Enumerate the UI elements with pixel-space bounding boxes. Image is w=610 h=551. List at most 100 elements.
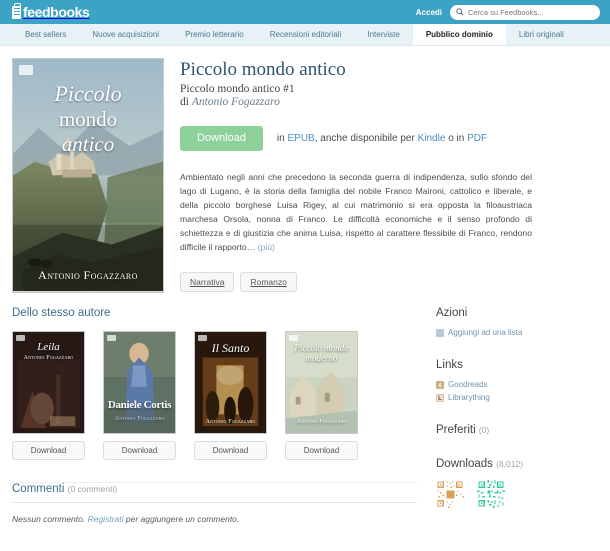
- same-author-section: Dello stesso autore Leila Antonio Fogazz…: [12, 307, 417, 530]
- sidebar-actions-heading: Azioni: [436, 307, 468, 319]
- goodreads-label: Goodreads: [448, 380, 488, 389]
- goodreads-icon: g: [436, 380, 444, 389]
- related-book-author: Antonio Fogazzaro: [205, 419, 256, 425]
- download-button[interactable]: Download: [12, 441, 85, 460]
- downloads-count: (8,012): [496, 459, 524, 469]
- download-button[interactable]: Download: [194, 441, 267, 460]
- site-logo[interactable]: feedbooks: [12, 3, 90, 20]
- related-book-title: Leila: [37, 341, 60, 353]
- page-title: Piccolo mondo antico: [180, 59, 346, 80]
- related-book-author: Antonio Fogazzaro: [296, 419, 347, 425]
- site-header: feedbooks Accedi: [0, 0, 610, 24]
- book-cover[interactable]: Piccolo mondo antico Antonio Fogazzaro: [12, 58, 164, 293]
- sidebar: Azioni Aggiungi ad una lista Links g Goo…: [433, 307, 598, 530]
- formats-or: o in: [448, 132, 465, 144]
- related-book-author: Antonio Fogazzaro: [114, 416, 165, 422]
- book-series: Piccolo mondo antico #1: [180, 82, 295, 95]
- book-cover-column: Piccolo mondo antico Antonio Fogazzaro: [12, 58, 164, 293]
- cover-author: Antonio Fogazzaro: [38, 268, 138, 282]
- comments-empty-suffix: per aggiungere un commento.: [123, 514, 240, 524]
- sidebar-downloads-block: Downloads (8,012): [436, 458, 598, 508]
- download-button[interactable]: Download: [285, 441, 358, 460]
- format-availability: in EPUB, anche disponibile per Kindle o …: [277, 133, 487, 144]
- related-book-title: Piccolo mondo moderno: [294, 343, 349, 363]
- download-row: Download in EPUB, anche disponibile per …: [180, 125, 598, 151]
- description-more-link[interactable]: (più): [258, 242, 275, 252]
- book-icon: [12, 3, 21, 19]
- nav-item-recensioni-editoriali[interactable]: Recensioni editoriali: [257, 24, 355, 45]
- header-right: Accedi: [416, 4, 600, 20]
- sidebar-links-block: Links g Goodreads L Librarything: [436, 359, 598, 402]
- comments-heading-text: Commenti: [12, 483, 65, 495]
- nav-item-pubblico-dominio[interactable]: Pubblico dominio: [412, 24, 506, 45]
- comments-empty-message: Nessun commento. Registrati per aggiunge…: [12, 514, 417, 524]
- sidebar-downloads-heading: Downloads (8,012): [436, 458, 598, 470]
- cover-feedbooks-badge: [107, 335, 116, 341]
- login-link[interactable]: Accedi: [416, 8, 442, 17]
- sidebar-links-heading: Links: [436, 359, 463, 371]
- list-item: Leila Antonio Fogazzaro Download: [12, 331, 85, 460]
- favorites-count: (0): [478, 425, 490, 435]
- list-item: Il Santo Antonio Fogazzaro Download: [194, 331, 267, 460]
- list-item: Daniele Cortis Antonio Fogazzaro Downloa…: [103, 331, 176, 460]
- book-byline: di Antonio Fogazzaro: [180, 96, 598, 108]
- sidebar-favorites-block: Preferiti (0): [436, 424, 598, 436]
- cover-title: Piccolo mondo antico: [13, 81, 163, 156]
- nav-item-libri-originali[interactable]: Libri originali: [506, 24, 577, 45]
- description-text: Ambientato negli anni che precedono la s…: [180, 171, 532, 252]
- related-book-cover-daniele-cortis[interactable]: Daniele Cortis Antonio Fogazzaro: [103, 331, 176, 434]
- format-kindle-link[interactable]: Kindle: [418, 133, 446, 144]
- cover-feedbooks-badge: [289, 335, 298, 341]
- format-pdf-link[interactable]: PDF: [467, 133, 487, 144]
- byline-prefix: di: [180, 95, 189, 108]
- book-info-column: Piccolo mondo antico Piccolo mondo antic…: [180, 58, 598, 293]
- add-to-list-link[interactable]: Aggiungi ad una lista: [436, 328, 598, 337]
- cover-feedbooks-badge: [16, 335, 25, 341]
- comments-heading: Commenti (0 commenti): [12, 483, 417, 503]
- qr-code-orange[interactable]: [436, 480, 464, 508]
- tag-romanzo[interactable]: Romanzo: [240, 272, 297, 293]
- lower-content: Dello stesso autore Leila Antonio Fogazz…: [0, 293, 610, 530]
- goodreads-link[interactable]: g Goodreads: [436, 380, 598, 389]
- librarything-link[interactable]: L Librarything: [436, 393, 598, 402]
- download-button[interactable]: Download: [180, 125, 263, 151]
- cover-title-line-3: antico: [61, 131, 115, 156]
- cover-feedbooks-badge: [198, 335, 207, 341]
- same-author-grid: Leila Antonio Fogazzaro Download Daniele…: [12, 331, 417, 460]
- comments-empty-prefix: Nessun commento.: [12, 514, 88, 524]
- cover-title-line-2: mondo: [58, 106, 118, 131]
- related-book-cover-il-santo[interactable]: Il Santo Antonio Fogazzaro: [194, 331, 267, 434]
- downloads-heading-text: Downloads: [436, 458, 493, 470]
- register-link[interactable]: Registrati: [88, 514, 124, 524]
- site-logo-text: feedbooks: [23, 4, 90, 20]
- formats-prefix: in: [276, 132, 285, 144]
- related-book-title: Il Santo: [211, 341, 250, 355]
- list-item: Piccolo mondo moderno Antonio Fogazzaro …: [285, 331, 358, 460]
- qr-code-green[interactable]: [477, 480, 505, 508]
- formats-middle: , anche disponibile per: [314, 132, 415, 144]
- librarything-icon: L: [436, 393, 444, 402]
- related-book-title: Daniele Cortis: [107, 398, 172, 411]
- search-box[interactable]: [450, 4, 600, 20]
- tag-narrativa[interactable]: Narrativa: [180, 272, 235, 293]
- qr-code-row: [436, 480, 598, 508]
- related-book-cover-piccolo-mondo-moderno[interactable]: Piccolo mondo moderno Antonio Fogazzaro: [285, 331, 358, 434]
- favorites-heading-text: Preferiti: [436, 424, 476, 436]
- format-epub-link[interactable]: EPUB: [288, 133, 315, 144]
- search-input[interactable]: [468, 7, 594, 17]
- comments-section: Commenti (0 commenti) Nessun commento. R…: [12, 482, 417, 524]
- nav-item-nuove-acquisizioni[interactable]: Nuove acquisizioni: [79, 24, 172, 45]
- book-tags: Narrativa Romanzo: [180, 272, 598, 293]
- sidebar-actions-block: Azioni Aggiungi ad una lista: [436, 307, 598, 337]
- nav-item-best-sellers[interactable]: Best sellers: [12, 24, 79, 45]
- nav-item-interviste[interactable]: Interviste: [354, 24, 412, 45]
- sidebar-favorites-heading: Preferiti (0): [436, 424, 598, 436]
- cover-feedbooks-badge: [19, 65, 33, 75]
- search-icon: [456, 8, 464, 16]
- book-detail: Piccolo mondo antico Antonio Fogazzaro P…: [0, 46, 610, 293]
- nav-item-premio-letterario[interactable]: Premio letterario: [172, 24, 257, 45]
- download-button[interactable]: Download: [103, 441, 176, 460]
- comments-count: (0 commenti): [67, 484, 118, 494]
- related-book-cover-leila[interactable]: Leila Antonio Fogazzaro: [12, 331, 85, 434]
- main-navigation: Best sellers Nuove acquisizioni Premio l…: [0, 24, 610, 46]
